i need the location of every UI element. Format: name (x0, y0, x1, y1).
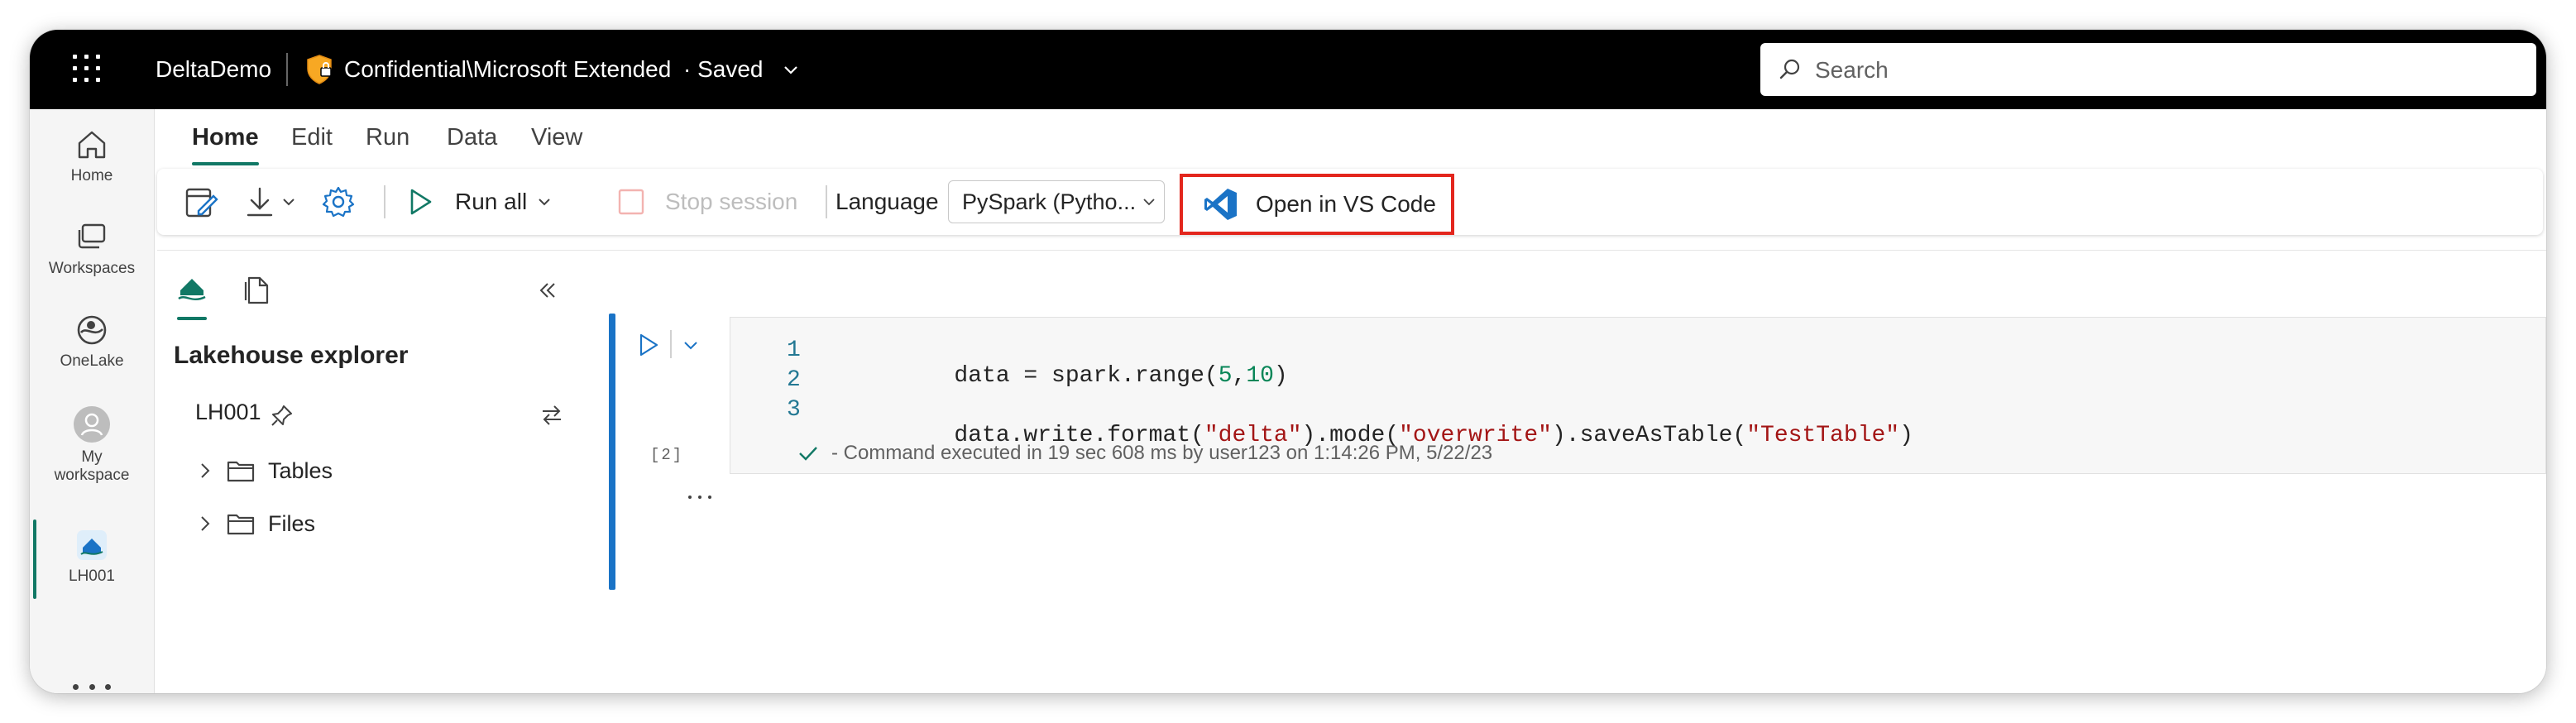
rail-item-lh001[interactable]: LH001 (30, 520, 154, 599)
stop-session-label: Stop session (665, 189, 798, 214)
workspaces-icon (78, 223, 106, 249)
language-select[interactable]: PySpark (Pytho... (948, 180, 1165, 223)
stop-icon (618, 189, 644, 215)
cell-status-text: - Command executed in 19 sec 608 ms by u… (831, 442, 1493, 464)
folder-icon (227, 514, 255, 535)
cell-status: - Command executed in 19 sec 608 ms by u… (797, 442, 1492, 465)
download-button[interactable] (243, 169, 298, 235)
left-nav-rail: Home Workspaces OneLake My workspace LH0… (30, 109, 155, 693)
more-icon[interactable] (73, 678, 111, 693)
active-cell-indicator (609, 314, 615, 590)
line-number: 1 (787, 338, 801, 363)
stop-session-button[interactable]: Stop session (617, 169, 797, 235)
language-label: Language (836, 189, 939, 214)
download-icon (247, 187, 273, 217)
chevron-down-icon (1143, 199, 1155, 206)
language-label-wrap: Language (836, 169, 939, 235)
onelake-icon (77, 315, 107, 345)
lakehouse-icon (77, 530, 107, 560)
open-in-vscode-button[interactable]: Open in VS Code (1180, 174, 1454, 235)
checkmark-icon (799, 447, 817, 461)
line-number: 2 (787, 367, 801, 393)
search-box[interactable] (1760, 43, 2536, 96)
rail-item-onelake[interactable]: OneLake (30, 313, 154, 371)
vscode-icon (1204, 189, 1237, 220)
switch-lakehouse-icon[interactable] (539, 403, 564, 428)
run-all-button[interactable]: Run all (405, 169, 553, 235)
toolbar: Run all Stop session Language PySpark (P… (157, 169, 2543, 235)
search-input[interactable] (1813, 51, 2520, 89)
settings-button[interactable] (321, 169, 356, 235)
search-icon (1779, 59, 1800, 79)
save-status[interactable]: · Saved (683, 55, 764, 84)
folder-icon (227, 461, 255, 482)
open-in-vscode-label: Open in VS Code (1256, 191, 1436, 217)
rail-item-label: My (81, 448, 103, 466)
tab-run[interactable]: Run (366, 121, 409, 154)
resources-tab-icon[interactable] (243, 275, 271, 305)
rail-item-my-workspace[interactable]: My workspace (30, 405, 154, 485)
divider (286, 53, 288, 86)
collapse-pane-icon[interactable] (536, 279, 559, 302)
toolbar-divider (384, 185, 385, 218)
rail-item-label: Workspaces (48, 260, 136, 277)
language-value: PySpark (Pytho... (962, 189, 1137, 214)
rail-item-label: workspace (54, 467, 130, 484)
cell-more-icon[interactable] (688, 496, 711, 499)
rail-item-label: LH001 (69, 567, 115, 585)
run-cell-icon[interactable] (637, 332, 660, 358)
tree-item-label: Tables (268, 457, 333, 483)
tree-item-files[interactable]: Files (195, 507, 315, 540)
run-all-label: Run all (455, 189, 528, 214)
app-launcher-icon[interactable] (73, 55, 103, 84)
explorer-title: Lakehouse explorer (174, 342, 409, 369)
rail-item-workspaces[interactable]: Workspaces (30, 220, 154, 278)
gear-icon (322, 186, 355, 218)
tab-view[interactable]: View (531, 121, 582, 154)
notebook-editor: [2] 1 data = spark.range(5,10) 2 3 data.… (579, 250, 2546, 693)
execution-count: [2] (650, 446, 684, 464)
sensitivity-label[interactable]: Confidential\Microsoft Extended (344, 55, 671, 84)
divider (670, 330, 672, 358)
rail-item-home[interactable]: Home (30, 127, 154, 185)
code-cell[interactable]: 1 data = spark.range(5,10) 2 3 data.writ… (730, 317, 2546, 474)
tab-edit[interactable]: Edit (291, 121, 333, 154)
line-number: 3 (787, 397, 801, 423)
lakehouse-explorer-pane: Lakehouse explorer LH001 Tables Files (157, 250, 581, 693)
home-icon (78, 131, 106, 159)
chevron-down-icon[interactable] (779, 58, 802, 81)
app-window: DeltaDemo Confidential\Microsoft Extende… (30, 30, 2546, 693)
chevron-right-icon (201, 516, 210, 531)
active-tab-indicator (177, 317, 207, 320)
chevron-down-icon[interactable] (680, 335, 701, 357)
avatar-icon (74, 406, 110, 443)
lakehouse-tab-icon[interactable] (175, 274, 208, 307)
tree-item-label: Files (268, 510, 316, 536)
chevron-down-icon (539, 199, 550, 206)
pin-icon[interactable] (270, 403, 294, 428)
rail-item-label: OneLake (60, 352, 124, 370)
notebook-settings-button[interactable] (184, 169, 218, 235)
rail-item-label: Home (70, 167, 113, 184)
item-name[interactable]: DeltaDemo (156, 55, 271, 84)
chevron-down-icon (283, 199, 294, 206)
sensitivity-shield-icon (307, 55, 332, 84)
toolbar-divider (826, 185, 827, 218)
top-bar: DeltaDemo Confidential\Microsoft Extende… (30, 30, 2546, 109)
tree-item-tables[interactable]: Tables (195, 454, 333, 487)
play-icon (410, 189, 432, 215)
chevron-right-icon (201, 463, 210, 478)
tab-home[interactable]: Home (192, 121, 259, 165)
notebook-edit-icon (185, 188, 218, 218)
tab-data[interactable]: Data (447, 121, 497, 154)
lakehouse-name[interactable]: LH001 (195, 400, 261, 425)
